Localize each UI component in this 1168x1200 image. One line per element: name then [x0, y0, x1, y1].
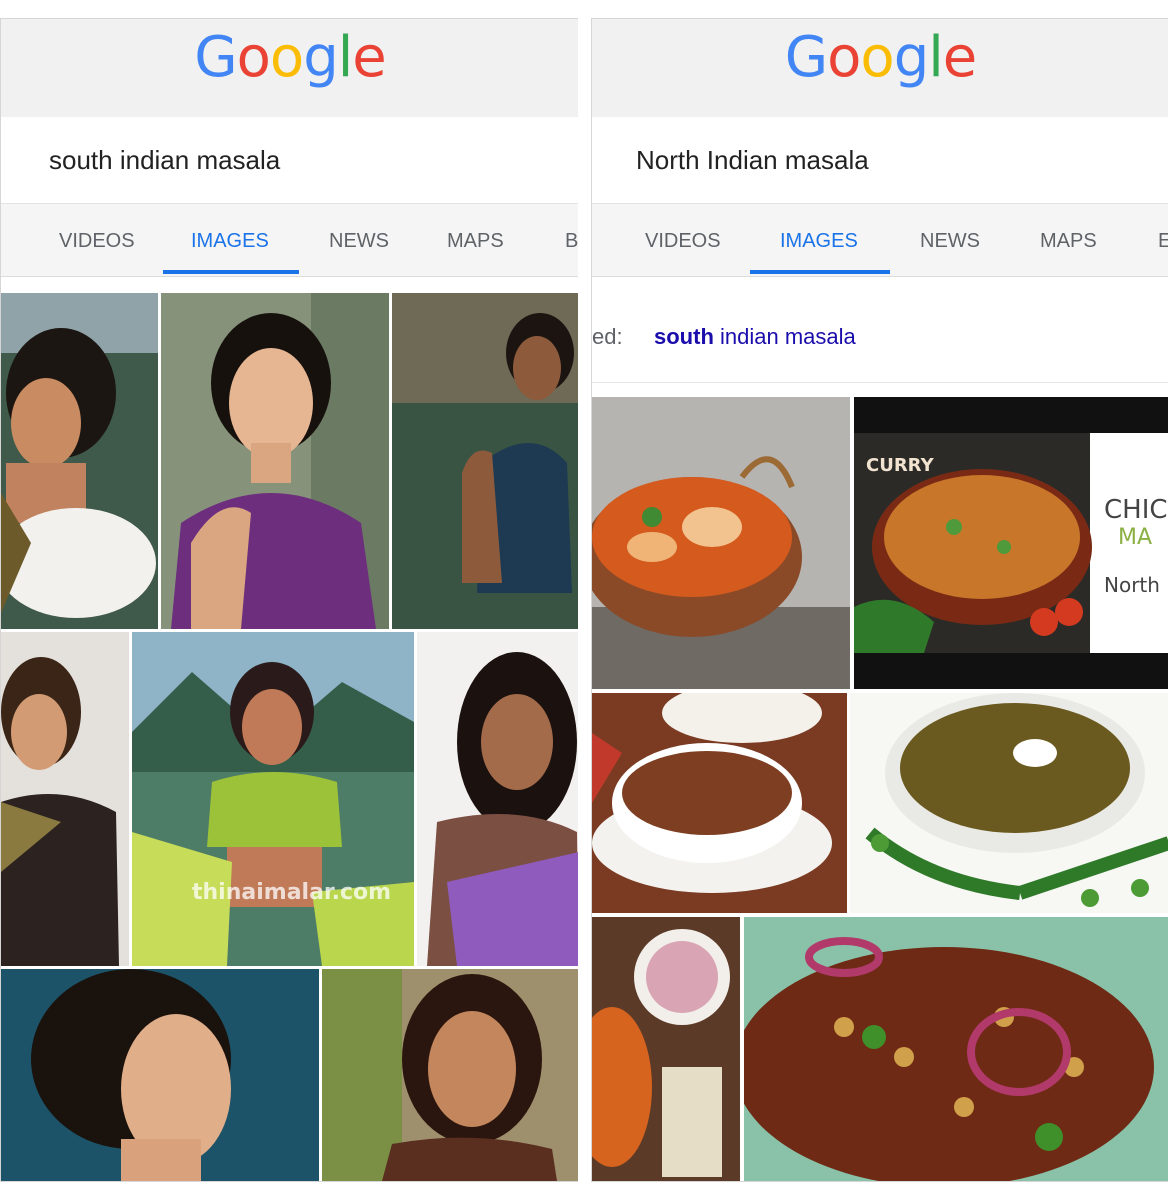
- image-result-8[interactable]: [322, 969, 579, 1181]
- onion-bowl-photo-icon: [592, 917, 740, 1181]
- side-text-3: North: [1104, 573, 1160, 597]
- image-result-6[interactable]: [417, 632, 579, 966]
- woman-saree-photo-icon: [1, 632, 129, 966]
- suggestion-rest: indian masala: [713, 324, 856, 349]
- tab-more[interactable]: E: [1158, 230, 1168, 253]
- logo-letter: e: [942, 25, 977, 90]
- woman-green-blouse-photo-icon: [132, 632, 414, 966]
- panel-divider: [578, 0, 591, 1200]
- image-result-5[interactable]: thinaimalar.com: [132, 632, 414, 966]
- logo-letter: l: [928, 25, 944, 90]
- active-tab-indicator: [163, 270, 299, 274]
- tab-maps[interactable]: MAPS: [447, 230, 504, 253]
- tab-books[interactable]: B: [565, 230, 578, 253]
- woman-smiling-photo-icon: [322, 969, 579, 1181]
- suggestion-link[interactable]: south indian masala: [654, 324, 856, 350]
- active-tab-indicator: [750, 270, 890, 274]
- logo-letter: G: [784, 25, 828, 90]
- logo-letter: G: [194, 25, 237, 90]
- google-header: Google: [592, 19, 1168, 117]
- image-result-5[interactable]: [592, 917, 740, 1181]
- tab-news[interactable]: NEWS: [329, 230, 389, 253]
- search-box[interactable]: North Indian masala: [592, 117, 1168, 204]
- curry-in-copper-pot-photo-icon: [592, 397, 850, 689]
- image-result-1[interactable]: [1, 293, 158, 629]
- woman-profile-photo-icon: [1, 969, 319, 1181]
- logo-letter: e: [352, 25, 386, 90]
- image-result-7[interactable]: [1, 969, 319, 1181]
- search-tabs: VIDEOS IMAGES NEWS MAPS E: [592, 204, 1168, 277]
- tab-maps[interactable]: MAPS: [1040, 230, 1097, 253]
- woman-in-water-photo-icon: [392, 293, 579, 629]
- google-logo[interactable]: Google: [592, 25, 1168, 90]
- peas-curry-bowl-photo-icon: [850, 693, 1168, 913]
- image-result-3[interactable]: [592, 693, 847, 913]
- logo-letter: o: [860, 25, 894, 90]
- image-result-4[interactable]: [1, 632, 129, 966]
- tab-images[interactable]: IMAGES: [191, 230, 269, 253]
- side-text-1: CHIC: [1104, 495, 1168, 525]
- search-input[interactable]: North Indian masala: [636, 145, 869, 176]
- google-logo[interactable]: Google: [1, 25, 579, 90]
- side-text-2: MA: [1118, 525, 1153, 550]
- image-result-1[interactable]: [592, 397, 850, 689]
- left-screenshot-panel: Google south indian masala VIDEOS IMAGES…: [0, 18, 580, 1182]
- woman-purple-saree-photo-icon: [417, 632, 579, 966]
- dal-bowl-photo-icon: [592, 693, 847, 913]
- google-header: Google: [1, 19, 579, 117]
- woman-portrait-photo-icon: [1, 293, 158, 629]
- chole-masala-photo-icon: [744, 917, 1168, 1181]
- logo-letter: o: [236, 25, 271, 90]
- image-result-2[interactable]: [161, 293, 389, 629]
- search-tabs: VIDEOS IMAGES NEWS MAPS B: [1, 204, 579, 277]
- did-you-mean-bar: ed: south indian masala: [592, 294, 1168, 383]
- logo-letter: o: [269, 25, 304, 90]
- curry-label: CURRY: [866, 455, 934, 476]
- logo-letter: g: [303, 25, 339, 90]
- tab-videos[interactable]: VIDEOS: [59, 230, 135, 253]
- logo-letter: l: [337, 25, 354, 90]
- right-screenshot-panel: Google North Indian masala VIDEOS IMAGES…: [591, 18, 1168, 1182]
- tab-images[interactable]: IMAGES: [780, 230, 858, 253]
- image-result-6[interactable]: [744, 917, 1168, 1181]
- image-watermark: thinaimalar.com: [192, 880, 392, 905]
- image-result-3[interactable]: [392, 293, 579, 629]
- image-result-2[interactable]: CURRY CHIC MA North: [854, 397, 1168, 689]
- search-input[interactable]: south indian masala: [49, 145, 280, 176]
- image-result-4[interactable]: [850, 693, 1168, 913]
- search-box[interactable]: south indian masala: [1, 117, 579, 204]
- suggestion-bold: south: [654, 324, 714, 349]
- logo-letter: o: [827, 25, 861, 90]
- tab-videos[interactable]: VIDEOS: [645, 230, 721, 253]
- suggestion-prefix: ed:: [592, 324, 623, 349]
- woman-purple-tshirt-photo-icon: [161, 293, 389, 629]
- tab-news[interactable]: NEWS: [920, 230, 980, 253]
- logo-letter: g: [893, 25, 930, 90]
